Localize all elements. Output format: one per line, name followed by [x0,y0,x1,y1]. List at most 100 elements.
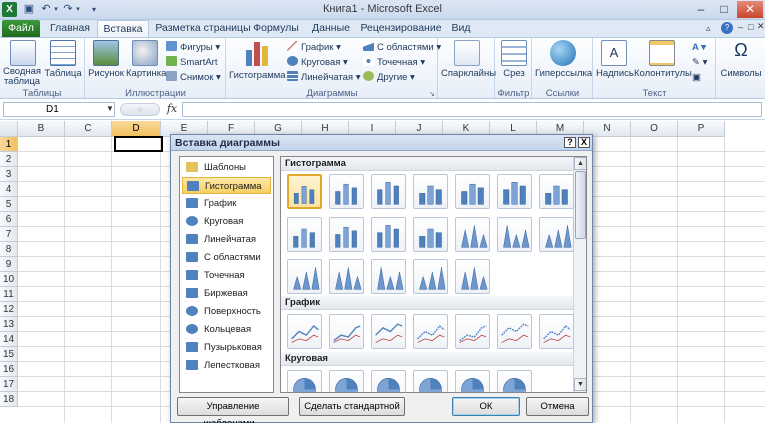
line-subtype-thumbnail[interactable] [287,314,322,349]
tab-home[interactable]: Главная [44,20,96,37]
dialog-launcher-icon[interactable]: ↘ [429,90,435,98]
hyperlink-button[interactable]: Гиперссылка [535,40,592,86]
area-button[interactable]: С областями ▾ [363,40,441,55]
pie-subtype-thumbnail[interactable] [287,370,322,392]
row-header[interactable]: 7 [0,227,18,242]
graph-button[interactable]: График ▾ [287,40,361,55]
line-subtype-thumbnail[interactable] [539,314,574,349]
row-header[interactable]: 4 [0,182,18,197]
dialog-close-button[interactable]: X [578,137,590,148]
tab-data[interactable]: Данные [308,20,354,37]
row-header[interactable]: 14 [0,332,18,347]
chart-category-item[interactable]: Пузырьковая [182,339,271,356]
row-header[interactable]: 8 [0,242,18,257]
chart-category-item[interactable]: Лепестковая [182,357,271,374]
histogram-button[interactable]: Гистограмма [229,40,286,86]
picture-button[interactable]: Рисунок [88,40,124,86]
row-header[interactable]: 17 [0,377,18,392]
column-subtype-thumbnail[interactable] [497,174,532,209]
tab-file[interactable]: Файл [2,20,40,37]
cone-subtype-thumbnail[interactable] [497,217,532,252]
window-restore-icon[interactable]: □ [748,22,753,32]
textbox-button[interactable]: A Надпись [596,40,634,86]
chart-category-item[interactable]: Биржевая [182,285,271,302]
column-subtype-thumbnail[interactable] [287,174,322,209]
pivot-table-button[interactable]: Сводная таблица [2,40,42,87]
cone-subtype-thumbnail[interactable] [329,259,364,294]
chart-category-item[interactable]: Кольцевая [182,321,271,338]
maximize-icon[interactable]: □ [713,1,735,18]
column-header[interactable]: C [65,121,112,137]
headerfooter-button[interactable]: Колонтитулы [634,40,692,86]
sparklines-button[interactable]: Спарклайны [441,40,496,86]
cone-subtype-thumbnail[interactable] [371,259,406,294]
table-button[interactable]: Таблица [44,40,82,86]
column-header[interactable]: O [631,121,678,137]
slicer-button[interactable]: Срез [498,40,530,86]
row-header[interactable]: 3 [0,167,18,182]
insert-function-icon[interactable]: fx [164,102,180,117]
chart-category-item[interactable]: Гистограмма [182,177,271,194]
close-icon[interactable]: ✕ [737,1,763,18]
clipart-button[interactable]: Картинка [126,40,166,86]
row-header[interactable]: 11 [0,287,18,302]
tab-formulas[interactable]: Формулы [253,20,299,37]
cancel-button[interactable]: Отмена [526,397,589,416]
signature-line-icon[interactable]: ✎ ▾ [692,55,714,70]
pie-subtype-thumbnail[interactable] [329,370,364,392]
pie-button[interactable]: Круговая ▾ [287,55,361,70]
column-header[interactable]: B [18,121,65,137]
other-charts-button[interactable]: Другие ▾ [363,70,437,85]
manage-templates-button[interactable]: Управление шаблонами... [177,397,289,423]
row-header[interactable]: 12 [0,302,18,317]
row-header[interactable]: 9 [0,257,18,272]
namebox-dropdown-icon[interactable]: ▼ [106,104,114,113]
row-header[interactable]: 16 [0,362,18,377]
formula-input[interactable] [182,102,762,117]
row-header[interactable]: 5 [0,197,18,212]
screenshot-button[interactable]: Снимок ▾ [166,70,224,85]
row-header[interactable]: 15 [0,347,18,362]
chart-category-item[interactable]: Поверхность [182,303,271,320]
line-subtype-thumbnail[interactable] [497,314,532,349]
pie-subtype-thumbnail[interactable] [371,370,406,392]
column-subtype-thumbnail[interactable] [413,174,448,209]
minimize-icon[interactable]: – [690,1,712,18]
object-icon[interactable]: ▣ [692,70,714,85]
separator-handle-icon[interactable]: ○ [120,103,160,116]
chart-category-item[interactable]: Точечная [182,267,271,284]
name-box[interactable]: D1 [3,102,115,117]
cone-subtype-thumbnail[interactable] [455,217,490,252]
symbols-button[interactable]: Ω Символы [719,40,763,86]
window-minimize-icon[interactable]: – [738,22,743,32]
column-header[interactable]: P [678,121,725,137]
pie-subtype-thumbnail[interactable] [413,370,448,392]
tab-review[interactable]: Рецензирование [360,20,442,37]
active-cell[interactable] [114,136,163,152]
help-icon[interactable]: ? [721,22,733,34]
shapes-button[interactable]: Фигуры ▾ [166,40,224,55]
row-header[interactable]: 18 [0,392,18,407]
cone-subtype-thumbnail[interactable] [455,259,490,294]
select-all-corner[interactable] [0,121,18,137]
scrollbar[interactable]: ▲ ▼ [573,157,586,392]
chart-category-item[interactable]: График [182,195,271,212]
cone-subtype-thumbnail[interactable] [539,217,574,252]
set-default-button[interactable]: Сделать стандартной [299,397,405,416]
column-subtype-thumbnail[interactable] [287,217,322,252]
column-subtype-thumbnail[interactable] [539,174,574,209]
ok-button[interactable]: ОК [452,397,520,416]
scroll-up-icon[interactable]: ▲ [574,157,586,170]
tab-page-layout[interactable]: Разметка страницы [152,20,254,37]
cone-subtype-thumbnail[interactable] [287,259,322,294]
row-header[interactable]: 1 [0,137,18,152]
chart-category-item[interactable]: Шаблоны [182,159,271,176]
chart-category-item[interactable]: С областями [182,249,271,266]
pie-subtype-thumbnail[interactable] [455,370,490,392]
row-header[interactable]: 13 [0,317,18,332]
tab-view[interactable]: Вид [444,20,478,37]
line-subtype-thumbnail[interactable] [329,314,364,349]
column-subtype-thumbnail[interactable] [455,174,490,209]
window-close-icon[interactable]: ✕ [757,21,765,32]
column-subtype-thumbnail[interactable] [371,217,406,252]
